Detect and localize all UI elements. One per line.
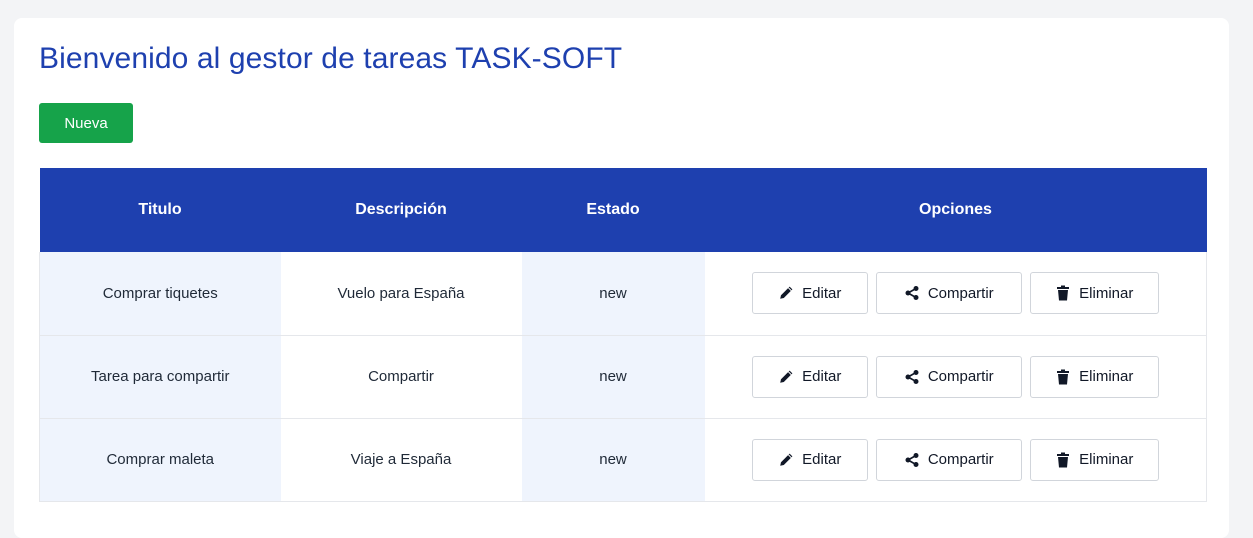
task-state-cell: new [521,252,705,336]
row-actions: Editar Compartir Eliminar [705,272,1207,315]
table-row: Comprar tiquetes Vuelo para España new E… [39,252,1207,336]
task-options-cell: Editar Compartir Eliminar [704,335,1207,419]
task-options-cell: Editar Compartir Eliminar [704,418,1207,502]
edit-button[interactable]: Editar [751,272,868,315]
task-options-cell: Editar Compartir Eliminar [704,252,1207,336]
share-icon [904,285,920,301]
edit-label: Editar [802,284,842,302]
delete-label: Eliminar [1079,368,1134,385]
edit-label: Editar [802,451,842,468]
delete-button[interactable]: Eliminar [1029,355,1159,398]
task-description-cell: Vuelo para España [280,252,522,336]
pencil-icon [778,452,794,468]
share-button[interactable]: Compartir [875,355,1022,398]
new-task-button[interactable]: Nueva [39,103,133,143]
pencil-icon [778,285,794,301]
delete-label: Eliminar [1079,284,1134,302]
delete-label: Eliminar [1079,451,1134,468]
row-actions: Editar Compartir Eliminar [705,355,1207,398]
share-label: Compartir [927,368,994,385]
trash-icon [1055,285,1071,301]
main-card: Bienvenido al gestor de tareas TASK-SOFT… [14,18,1229,538]
edit-button[interactable]: Editar [751,438,868,481]
column-header-state: Estado [521,168,705,252]
column-header-description: Descripción [280,168,522,252]
task-title-cell: Comprar tiquetes [39,252,281,336]
table-row: Comprar maleta Viaje a España new Editar… [39,418,1207,502]
page-title: Bienvenido al gestor de tareas TASK-SOFT [39,42,623,75]
share-icon [904,452,920,468]
row-actions: Editar Compartir Eliminar [705,438,1207,481]
task-description-cell: Compartir [280,335,522,419]
pencil-icon [778,369,794,385]
table-header-row: Titulo Descripción Estado Opciones [39,168,1207,252]
column-header-title: Titulo [39,168,281,252]
delete-button[interactable]: Eliminar [1029,438,1159,481]
tasks-table: Titulo Descripción Estado Opciones Compr… [39,168,1207,502]
share-button[interactable]: Compartir [875,272,1022,315]
share-label: Compartir [927,284,994,302]
edit-label: Editar [802,368,842,385]
edit-button[interactable]: Editar [751,355,868,398]
column-header-options: Opciones [704,168,1207,252]
table-row: Tarea para compartir Compartir new Edita… [39,335,1207,419]
task-title-cell: Tarea para compartir [39,335,281,419]
trash-icon [1055,369,1071,385]
trash-icon [1055,452,1071,468]
share-icon [904,369,920,385]
delete-button[interactable]: Eliminar [1029,272,1159,315]
task-state-cell: new [521,335,705,419]
task-description-cell: Viaje a España [280,418,522,502]
task-title-cell: Comprar maleta [39,418,281,502]
share-button[interactable]: Compartir [875,438,1022,481]
task-state-cell: new [521,418,705,502]
share-label: Compartir [927,451,994,468]
